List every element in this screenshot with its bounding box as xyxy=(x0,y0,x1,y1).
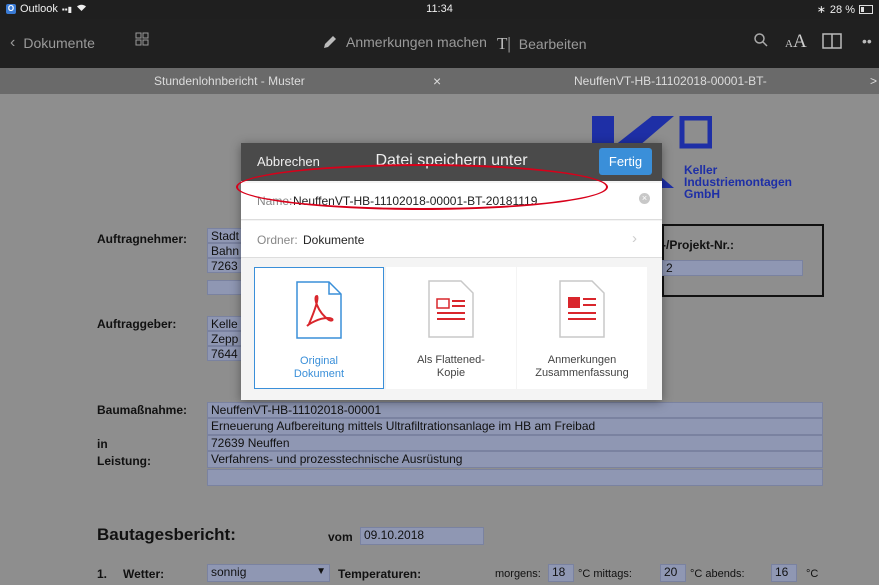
name-label: Name: xyxy=(257,194,293,208)
bm-line-2[interactable]: Erneuerung Aufbereitung mittels Ultrafil… xyxy=(207,418,823,435)
search-button[interactable] xyxy=(753,32,769,48)
morgens-label: morgens: xyxy=(495,568,541,580)
battery-percent: 28 % xyxy=(829,3,855,16)
dropdown-triangle-icon: ▼ xyxy=(316,566,326,577)
bluetooth-icon: ∗ xyxy=(816,4,826,16)
option-original-label: Original Dokument xyxy=(255,355,383,381)
annotation-summary-icon xyxy=(559,280,605,338)
projekt-field[interactable]: 2 xyxy=(662,260,803,276)
tab-neuffen[interactable]: NeuffenVT-HB-11102018-00001-BT- xyxy=(574,68,767,94)
leistung-label: Leistung: xyxy=(97,454,151,468)
option-original-line-2: Dokument xyxy=(293,368,345,380)
abends-label: °C abends: xyxy=(690,568,745,580)
text-size-button[interactable]: AA xyxy=(785,31,807,53)
wetter-number: 1. xyxy=(97,567,108,581)
back-app-label[interactable]: Outlook xyxy=(20,3,58,15)
wetter-select[interactable]: sonnig ▼ xyxy=(207,564,330,582)
pdf-icon xyxy=(296,281,342,339)
abends-field[interactable]: 16 xyxy=(771,564,797,582)
folder-value: Dokumente xyxy=(303,233,365,247)
vom-field[interactable]: 09.10.2018 xyxy=(360,527,484,545)
text-cursor-icon: T| xyxy=(497,34,511,53)
save-as-dialog: Abbrechen Datei speichern unter Fertig N… xyxy=(241,143,662,400)
tab-close-icon[interactable]: × xyxy=(433,68,441,94)
option-original-document[interactable]: Original Dokument xyxy=(254,267,384,389)
tab-scroll-icon[interactable]: > xyxy=(870,68,877,94)
logo-line-3: GmbH xyxy=(684,187,720,201)
text-size-icon: AA xyxy=(785,31,807,52)
search-icon xyxy=(754,33,768,47)
option-annotation-summary[interactable]: Anmerkungen Zusammenfassung xyxy=(517,267,647,389)
celsius-label: °C xyxy=(806,568,819,580)
page-view-button[interactable] xyxy=(822,33,842,49)
option-summary-line-1: Anmerkungen xyxy=(547,354,617,366)
cancel-button[interactable]: Abbrechen xyxy=(257,154,320,169)
bm-line-5[interactable] xyxy=(207,469,823,486)
clear-icon[interactable]: × xyxy=(639,193,650,204)
more-button[interactable]: •• xyxy=(862,33,872,49)
option-flattened-copy[interactable]: Als Flattened- Kopie xyxy=(386,267,516,389)
bautagesbericht-label: Bautagesbericht: xyxy=(97,525,236,544)
option-summary-label: Anmerkungen Zusammenfassung xyxy=(517,354,647,380)
book-icon xyxy=(822,33,842,49)
morgens-field[interactable]: 18 xyxy=(548,564,574,582)
projekt-label: -/Projekt-Nr.: xyxy=(662,238,735,252)
wetter-label: Wetter: xyxy=(123,567,165,581)
grid-view-button[interactable] xyxy=(135,32,149,46)
baumassnahme-label: Baumaßnahme: xyxy=(97,403,188,417)
mittags-label: °C mittags: xyxy=(578,568,632,580)
edit-button[interactable]: T| Bearbeiten xyxy=(497,34,587,54)
back-label: Dokumente xyxy=(23,35,95,51)
clock: 11:34 xyxy=(426,3,453,15)
chevron-left-icon: ‹ xyxy=(10,34,16,51)
mittags-field[interactable]: 20 xyxy=(660,564,686,582)
auftraggeber-label: Auftraggeber: xyxy=(97,317,177,331)
dialog-header: Abbrechen Datei speichern unter Fertig xyxy=(241,143,662,181)
chevron-right-icon: › xyxy=(632,230,637,247)
annotate-button[interactable]: Anmerkungen machen xyxy=(322,34,487,50)
option-flattened-line-2: Kopie xyxy=(436,367,466,379)
top-toolbar: ‹ Dokumente Anmerkungen machen T| Bearbe… xyxy=(0,19,879,68)
wetter-value: sonnig xyxy=(211,565,247,579)
option-flattened-label: Als Flattened- Kopie xyxy=(386,354,516,380)
wifi-icon xyxy=(76,3,87,15)
logo-text: Keller Industriemontagen GmbH xyxy=(684,164,792,200)
option-summary-line-2: Zusammenfassung xyxy=(535,367,629,379)
tab-stundenlohnbericht[interactable]: Stundenlohnbericht - Muster xyxy=(154,68,305,94)
edit-label: Bearbeiten xyxy=(518,36,587,52)
option-flattened-line-1: Als Flattened- xyxy=(417,354,485,366)
back-button[interactable]: ‹ Dokumente xyxy=(10,34,95,52)
pencil-icon xyxy=(324,36,336,48)
temperaturen-label: Temperaturen: xyxy=(338,567,422,581)
done-button[interactable]: Fertig xyxy=(599,148,652,175)
bm-line-3[interactable]: 72639 Neuffen xyxy=(207,435,823,451)
name-input[interactable]: NeuffenVT-HB-11102018-00001-BT-20181119 xyxy=(293,194,537,208)
option-original-line-1: Original xyxy=(300,355,338,367)
auftragnehmer-label: Auftragnehmer: xyxy=(97,232,188,246)
vom-label: vom xyxy=(328,530,353,544)
battery-icon xyxy=(859,5,873,14)
flattened-doc-icon xyxy=(428,280,474,338)
in-label: in xyxy=(97,437,108,451)
signal-icon: ▪▪▮ xyxy=(61,4,72,14)
bm-line-4[interactable]: Verfahrens- und prozesstechnische Ausrüs… xyxy=(207,451,823,468)
bm-line-1[interactable]: NeuffenVT-HB-11102018-00001 xyxy=(207,402,823,418)
name-row: Name: NeuffenVT-HB-11102018-00001-BT-201… xyxy=(241,183,662,220)
grid-icon xyxy=(135,32,149,46)
folder-row[interactable]: Ordner: Dokumente › xyxy=(241,221,662,258)
document-tabs: Stundenlohnbericht - Muster × NeuffenVT-… xyxy=(0,68,879,94)
folder-label: Ordner: xyxy=(257,233,298,247)
annotate-label: Anmerkungen machen xyxy=(346,34,487,50)
status-bar: O Outlook ▪▪▮ 11:34 ∗ 28 % xyxy=(0,0,879,19)
outlook-icon[interactable]: O xyxy=(6,4,16,14)
